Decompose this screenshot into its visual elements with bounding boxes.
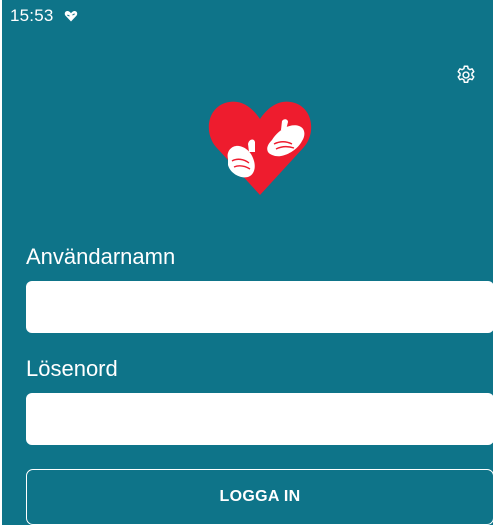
status-time: 15:53 xyxy=(10,6,54,25)
heart-hands-notification-icon xyxy=(64,11,77,22)
heart-hug-logo xyxy=(208,101,312,195)
username-input[interactable] xyxy=(26,281,493,333)
status-bar: 15:53 xyxy=(10,0,78,32)
login-screen: 15:53 Användarnamn Lösenord LOGGA IN xyxy=(0,0,496,525)
password-label: Lösenord xyxy=(26,356,118,381)
login-button-label: LOGGA IN xyxy=(219,488,301,505)
login-button[interactable]: LOGGA IN xyxy=(26,469,493,525)
username-label: Användarnamn xyxy=(26,244,176,269)
gear-icon[interactable] xyxy=(455,64,477,86)
password-input[interactable] xyxy=(26,393,493,445)
